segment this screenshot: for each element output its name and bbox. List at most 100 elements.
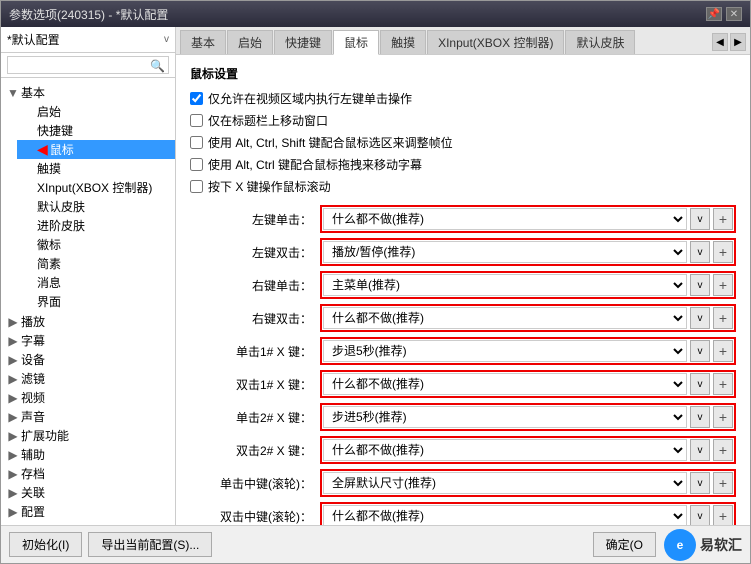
tab-shortcut[interactable]: 快捷键 [274,30,332,54]
settings-select-xclick2[interactable]: 步进5秒(推荐) [323,406,687,428]
tree-item-extend[interactable]: ▶ 扩展功能 [1,426,175,445]
tree-item-subtitle[interactable]: ▶ 字幕 [1,331,175,350]
checkbox-row-3: 使用 Alt, Ctrl, Shift 键配合鼠标选区来调整帧位 [190,134,736,151]
settings-plus-btn-xclick1[interactable]: + [713,340,733,362]
tree-item-video[interactable]: ▶ 视频 [1,388,175,407]
tab-scroll-right[interactable]: ▶ [730,33,746,51]
settings-plus-btn-lclick[interactable]: + [713,208,733,230]
settings-v-btn-ldblclick[interactable]: v [690,241,710,263]
tab-mouse[interactable]: 鼠标 [333,30,379,55]
settings-label-mclick: 单击中键(滚轮)： [190,475,320,492]
settings-select-mclick[interactable]: 全屏默认尺寸(推荐) [323,472,687,494]
tree-item-skin[interactable]: 默认皮肤 [17,197,175,216]
checkbox-row-5: 按下 X 键操作鼠标滚动 [190,178,736,195]
checkbox-4[interactable] [190,158,203,171]
close-button[interactable]: ✕ [726,7,742,21]
settings-select-ldblclick[interactable]: 播放/暂停(推荐) [323,241,687,263]
settings-plus-btn-mclick[interactable]: + [713,472,733,494]
tree-item-config[interactable]: ▶ 配置 [1,502,175,521]
tab-xinput[interactable]: XInput(XBOX 控制器) [427,30,564,54]
settings-plus-btn-xdblclick2[interactable]: + [713,439,733,461]
section-title: 鼠标设置 [190,65,736,82]
tree-label-interface: 界面 [37,293,61,310]
tree-item-link[interactable]: ▶ 关联 [1,483,175,502]
checkbox-3[interactable] [190,136,203,149]
settings-row-xclick2: 单击2# X 键： 步进5秒(推荐) v + [190,403,736,431]
settings-select-xdblclick2[interactable]: 什么都不做(推荐) [323,439,687,461]
settings-v-btn-xdblclick1[interactable]: v [690,373,710,395]
tree-label-shortcut: 快捷键 [37,122,73,139]
settings-select-xclick1[interactable]: 步退5秒(推荐) [323,340,687,362]
settings-select-mdblclick[interactable]: 什么都不做(推荐) [323,505,687,525]
tree-item-interface[interactable]: 界面 [17,292,175,311]
settings-select-rclick[interactable]: 主菜单(推荐) [323,274,687,296]
settings-select-rdblclick[interactable]: 什么都不做(推荐) [323,307,687,329]
main-content: *默认配置 v 🔍 ▼ 基本 启始 [1,27,750,525]
settings-select-lclick[interactable]: 什么都不做(推荐) [323,208,687,230]
tree-item-touch[interactable]: 触摸 [17,159,175,178]
settings-select-xdblclick1[interactable]: 什么都不做(推荐) [323,373,687,395]
panel-content: 鼠标设置 仅允许在视频区域内执行左键单击操作 仅在标题栏上移动窗口 使用 Alt… [176,55,750,525]
tree-item-mouse[interactable]: ◀ 鼠标 [17,140,175,159]
settings-v-btn-mdblclick[interactable]: v [690,505,710,525]
settings-plus-btn-mdblclick[interactable]: + [713,505,733,525]
mouse-arrow-indicator: ◀ [37,141,48,158]
svg-text:e: e [677,538,684,552]
tree-label-link: 关联 [21,484,45,501]
tree-item-assist[interactable]: ▶ 辅助 [1,445,175,464]
tree-item-simple[interactable]: 简素 [17,254,175,273]
tree-label-audio: 声音 [21,408,45,425]
settings-select-wrapper-lclick: 什么都不做(推荐) v + [320,205,736,233]
tree-item-audio[interactable]: ▶ 声音 [1,407,175,426]
settings-label-mdblclick: 双击中键(滚轮)： [190,508,320,525]
init-button[interactable]: 初始化(I) [9,532,82,557]
checkbox-2[interactable] [190,114,203,127]
tab-scroll-left[interactable]: ◀ [712,33,728,51]
settings-select-wrapper-mdblclick: 什么都不做(推荐) v + [320,502,736,525]
checkbox-row-4: 使用 Alt, Ctrl 键配合鼠标拖拽来移动字幕 [190,156,736,173]
settings-plus-btn-xdblclick1[interactable]: + [713,373,733,395]
tree-item-start[interactable]: 启始 [17,102,175,121]
settings-v-btn-mclick[interactable]: v [690,472,710,494]
confirm-button[interactable]: 确定(O [593,532,656,557]
checkbox-row-2: 仅在标题栏上移动窗口 [190,112,736,129]
settings-v-btn-rclick[interactable]: v [690,274,710,296]
settings-v-btn-xdblclick2[interactable]: v [690,439,710,461]
tree-item-xinput[interactable]: XInput(XBOX 控制器) [17,178,175,197]
settings-select-wrapper-xdblclick2: 什么都不做(推荐) v + [320,436,736,464]
tab-start[interactable]: 启始 [227,30,273,54]
checkbox-1[interactable] [190,92,203,105]
tree-label-doc: 存档 [21,465,45,482]
settings-v-btn-xclick2[interactable]: v [690,406,710,428]
tree-item-device[interactable]: ▶ 设备 [1,350,175,369]
tree-item-shortcut[interactable]: 快捷键 [17,121,175,140]
profile-dropdown-icon[interactable]: v [164,34,169,45]
settings-plus-btn-ldblclick[interactable]: + [713,241,733,263]
settings-row-mclick: 单击中键(滚轮)： 全屏默认尺寸(推荐) v + [190,469,736,497]
tree-item-basic-label[interactable]: ▼ 基本 [1,83,175,102]
tree-item-message[interactable]: 消息 [17,273,175,292]
tree-item-filter[interactable]: ▶ 滤镜 [1,369,175,388]
tab-basic[interactable]: 基本 [180,30,226,54]
settings-row-mdblclick: 双击中键(滚轮)： 什么都不做(推荐) v + [190,502,736,525]
sidebar-tree: ▼ 基本 启始 快捷键 ◀ [1,78,175,525]
export-button[interactable]: 导出当前配置(S)... [88,532,212,557]
tree-item-doc[interactable]: ▶ 存档 [1,464,175,483]
tab-touch[interactable]: 触摸 [380,30,426,54]
checkbox-5[interactable] [190,180,203,193]
pin-button[interactable]: 📌 [706,7,722,21]
tab-skin[interactable]: 默认皮肤 [565,30,635,54]
profile-label: *默认配置 [7,31,160,48]
tree-item-tag[interactable]: 徽标 [17,235,175,254]
settings-plus-btn-rdblclick[interactable]: + [713,307,733,329]
checkbox-row-1: 仅允许在视频区域内执行左键单击操作 [190,90,736,107]
settings-plus-btn-xclick2[interactable]: + [713,406,733,428]
tree-item-playback[interactable]: ▶ 播放 [1,312,175,331]
settings-v-btn-xclick1[interactable]: v [690,340,710,362]
settings-v-btn-lclick[interactable]: v [690,208,710,230]
search-input[interactable] [7,56,169,74]
tree-label-device: 设备 [21,351,45,368]
settings-plus-btn-rclick[interactable]: + [713,274,733,296]
settings-v-btn-rdblclick[interactable]: v [690,307,710,329]
tree-item-progress-skin[interactable]: 进阶皮肤 [17,216,175,235]
